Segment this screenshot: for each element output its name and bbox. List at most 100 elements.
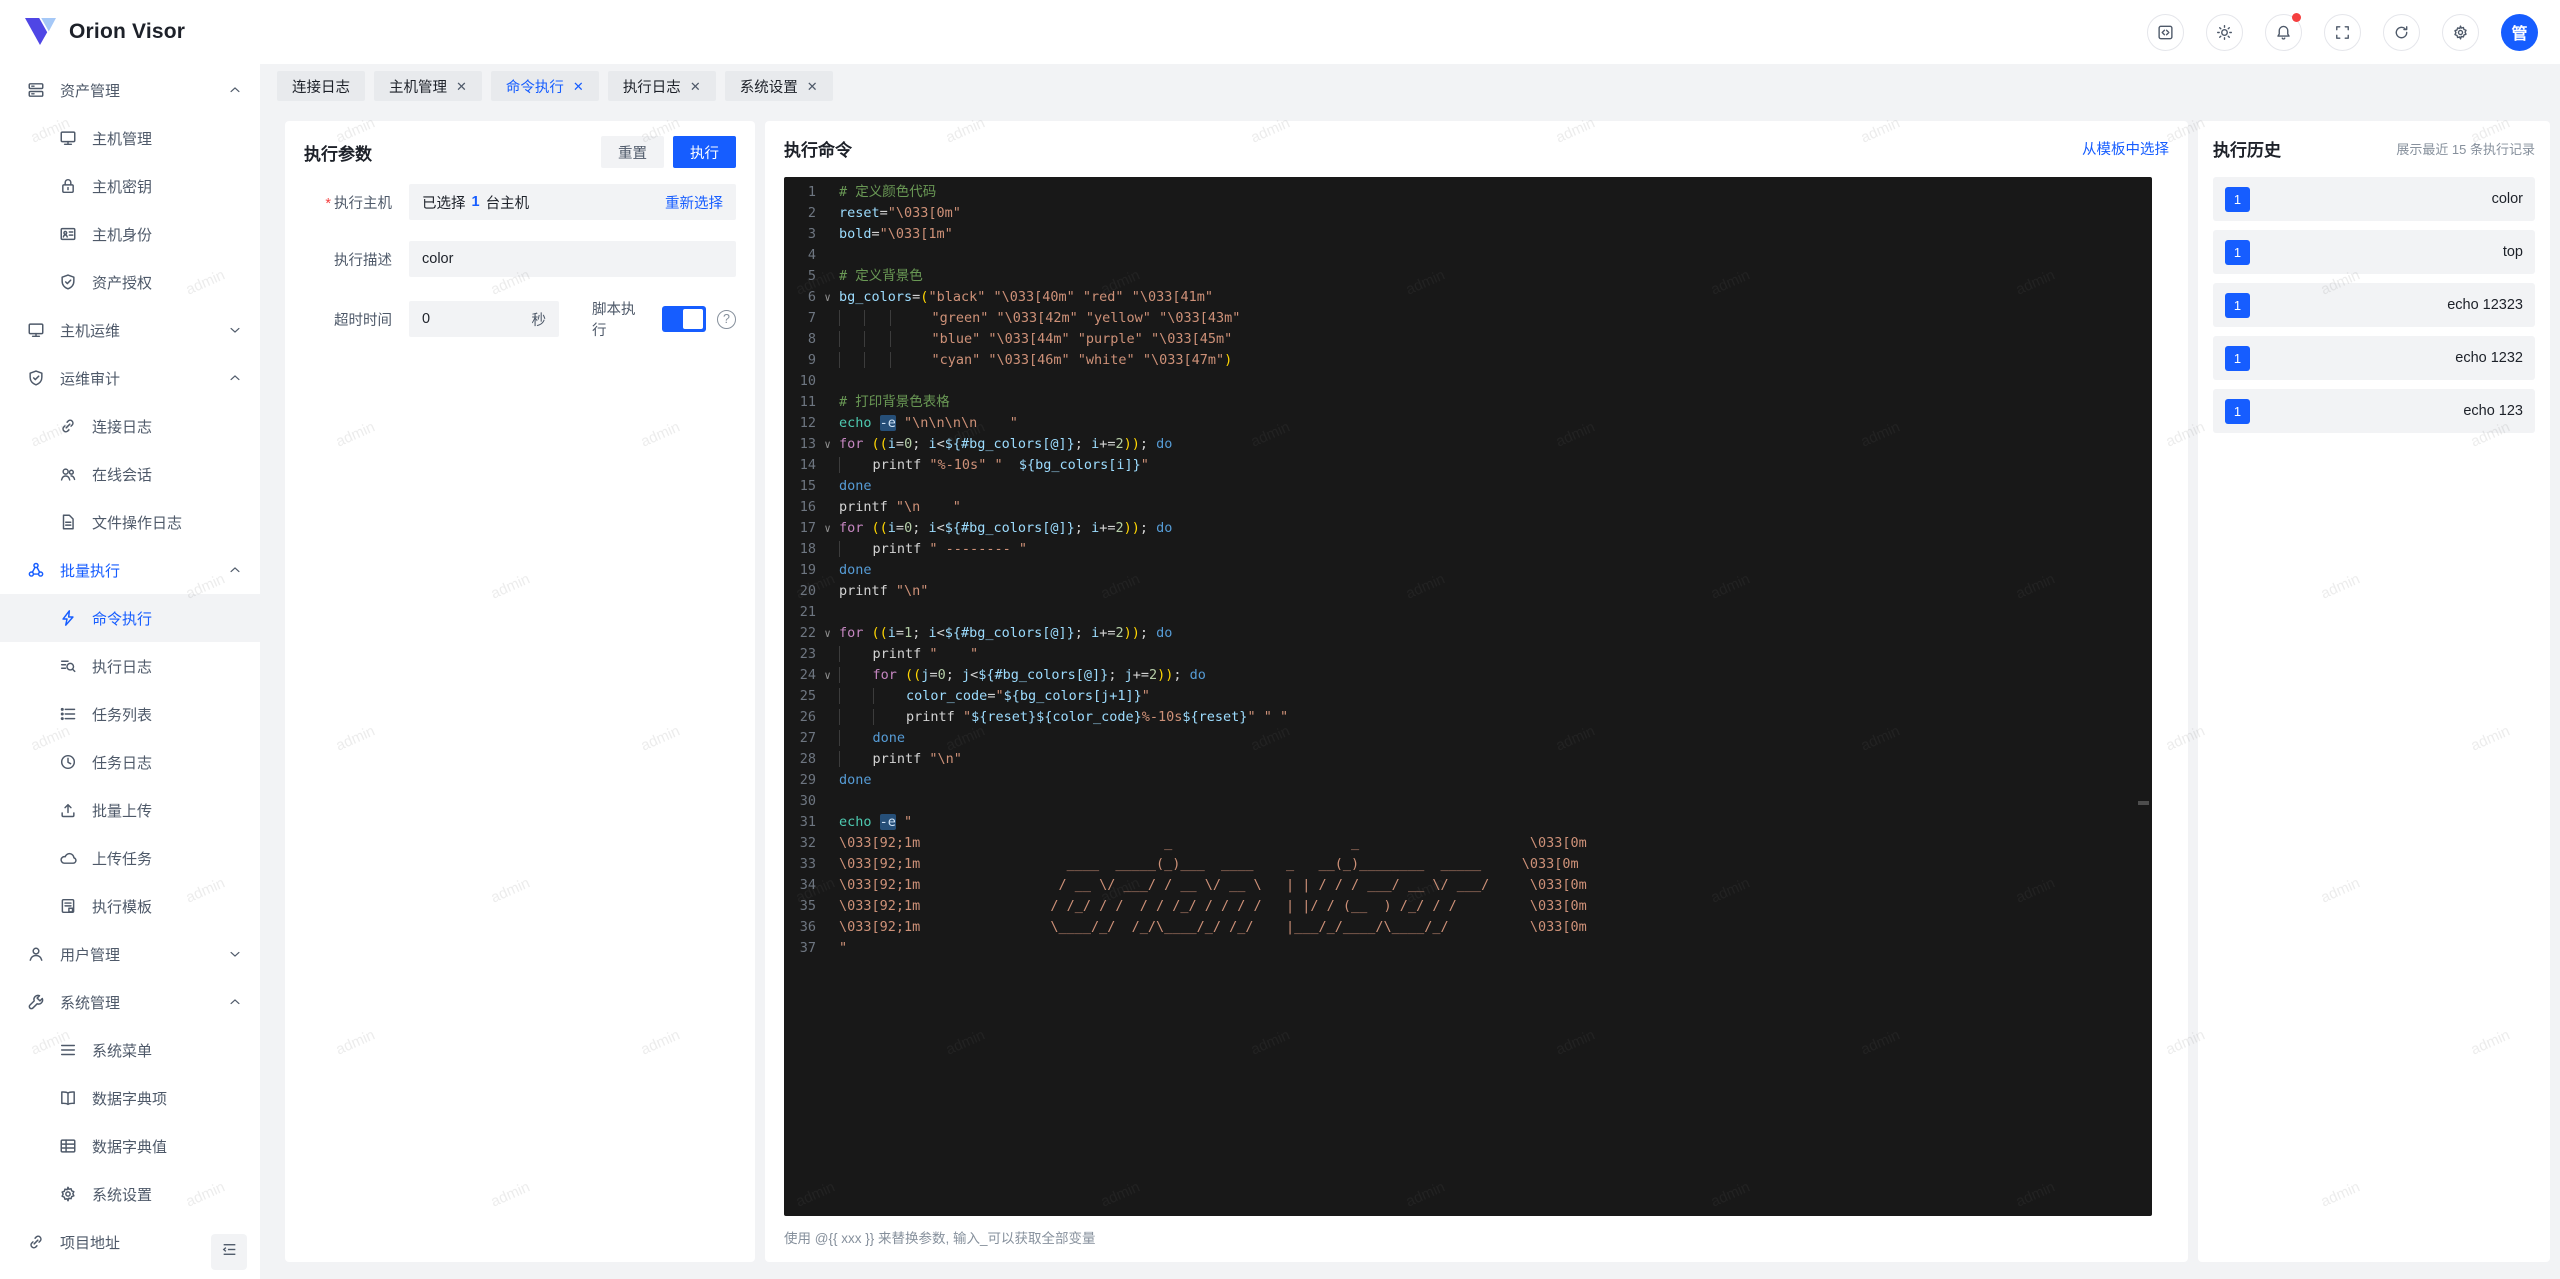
sidebar-item-host-keys[interactable]: 主机密钥 [0,162,260,210]
tab-host-management[interactable]: 主机管理 ✕ [374,71,482,101]
user-avatar[interactable]: 管 [2501,13,2538,51]
tab-close-icon[interactable]: ✕ [456,80,467,93]
fold-chevron-icon[interactable]: ∨ [816,518,839,539]
editor-line[interactable]: 20 printf "\n" [784,581,2152,602]
editor-line[interactable]: 28 printf "\n" [784,749,2152,770]
editor-line[interactable]: 22 ∨ for ((i=1; i<${#bg_colors[@]}; i+=2))… [784,623,2152,644]
sidebar-item-ops-audit[interactable]: 运维审计 [0,354,260,402]
editor-line[interactable]: 27 done [784,728,2152,749]
sidebar-item-task-log[interactable]: 任务日志 [0,738,260,786]
code-text: printf "%-10s" " ${bg_colors[i]}" [839,455,1149,476]
editor-line[interactable]: 35 \033[92;1m / /_/ / / / / /_/ / / / / … [784,896,2152,917]
editor-line[interactable]: 32 \033[92;1m _ _ \033[0m [784,833,2152,854]
sidebar-item-execution-log[interactable]: 执行日志 [0,642,260,690]
editor-line[interactable]: 15 done [784,476,2152,497]
history-item[interactable]: 1 echo 123 [2213,389,2535,433]
editor-line[interactable]: 8 "blue" "\033[44m" "purple" "\033[45m" [784,329,2152,350]
notification-bell-button[interactable] [2265,12,2302,51]
editor-line[interactable]: 4 [784,245,2152,266]
sidebar-item-asset-management[interactable]: 资产管理 [0,66,260,114]
code-window-button[interactable] [2147,13,2184,51]
editor-line[interactable]: 30 [784,791,2152,812]
sidebar-item-command-execution[interactable]: 命令执行 [0,594,260,642]
fold-chevron-icon[interactable]: ∨ [816,434,839,455]
fold-chevron-icon[interactable]: ∨ [816,623,839,644]
help-question-icon[interactable]: ? [717,309,736,329]
editor-scrollbar-marker[interactable] [2138,801,2149,805]
sidebar-item-host-management[interactable]: 主机管理 [0,114,260,162]
editor-line[interactable]: 14 printf "%-10s" " ${bg_colors[i]}" [784,455,2152,476]
editor-line[interactable]: 21 [784,602,2152,623]
sidebar-item-user-management[interactable]: 用户管理 [0,930,260,978]
history-item[interactable]: 1 color [2213,177,2535,221]
fullscreen-button[interactable] [2324,13,2361,51]
sidebar-item-upload-task[interactable]: 上传任务 [0,834,260,882]
sidebar-item-host-ops[interactable]: 主机运维 [0,306,260,354]
execute-button[interactable]: 执行 [673,136,736,168]
tab-close-icon[interactable]: ✕ [807,80,818,93]
sidebar-item-dict-items[interactable]: 数据字典项 [0,1074,260,1122]
editor-line[interactable]: 34 \033[92;1m / __ \/ ___/ / __ \/ __ \ … [784,875,2152,896]
editor-line[interactable]: 26 printf "${reset}${color_code}%-10s${r… [784,707,2152,728]
tab-close-icon[interactable]: ✕ [573,80,584,93]
sidebar-item-connect-log[interactable]: 连接日志 [0,402,260,450]
editor-line[interactable]: 1 # 定义颜色代码 [784,182,2152,203]
editor-line[interactable]: 37 " [784,938,2152,959]
tab-execution-log[interactable]: 执行日志 ✕ [607,71,716,101]
editor-line[interactable]: 11 # 打印背景色表格 [784,392,2152,413]
sidebar-item-batch-execution[interactable]: 批量执行 [0,546,260,594]
fold-chevron-icon[interactable]: ∨ [816,287,839,308]
editor-line[interactable]: 13 ∨ for ((i=0; i<${#bg_colors[@]}; i+=2))… [784,434,2152,455]
refresh-button[interactable] [2383,13,2420,51]
sidebar-item-system-management[interactable]: 系统管理 [0,978,260,1026]
editor-line[interactable]: 23 printf " " [784,644,2152,665]
script-exec-toggle[interactable] [662,306,706,332]
sidebar-item-asset-authorization[interactable]: 资产授权 [0,258,260,306]
editor-line[interactable]: 10 [784,371,2152,392]
editor-line[interactable]: 12 echo -e "\n\n\n\n " [784,413,2152,434]
sidebar-item-host-identity[interactable]: 主机身份 [0,210,260,258]
sidebar-item-batch-upload[interactable]: 批量上传 [0,786,260,834]
editor-line[interactable]: 2 reset="\033[0m" [784,203,2152,224]
timeout-input[interactable]: 0 秒 [409,301,559,337]
fold-chevron-icon[interactable]: ∨ [816,665,839,686]
command-code-editor[interactable]: 1 # 定义颜色代码 2 reset="\033[0m" 3 bold="\033[… [784,177,2152,1216]
sidebar-item-execution-template[interactable]: 执行模板 [0,882,260,930]
editor-line[interactable]: 25 color_code="${bg_colors[j+1]}" [784,686,2152,707]
exec-host-field[interactable]: 已选择 1 台主机 重新选择 [409,184,736,220]
reselect-host-link[interactable]: 重新选择 [665,192,723,213]
editor-line[interactable]: 17 ∨ for ((i=0; i<${#bg_colors[@]}; i+=2))… [784,518,2152,539]
theme-sun-button[interactable] [2206,13,2243,51]
editor-line[interactable]: 6 ∨ bg_colors=("black" "\033[40m" "red" "\… [784,287,2152,308]
editor-line[interactable]: 18 printf " -------- " [784,539,2152,560]
sidebar-collapse-button[interactable] [211,1234,247,1270]
sidebar-item-file-operation-log[interactable]: 文件操作日志 [0,498,260,546]
history-item[interactable]: 1 top [2213,230,2535,274]
settings-gear-button[interactable] [2442,13,2479,51]
editor-line[interactable]: 24 ∨ for ((j=0; j<${#bg_colors[@]}; j+=2)… [784,665,2152,686]
history-item[interactable]: 1 echo 1232 [2213,336,2535,380]
editor-line[interactable]: 9 "cyan" "\033[46m" "white" "\033[47m") [784,350,2152,371]
sidebar-item-task-list[interactable]: 任务列表 [0,690,260,738]
editor-line[interactable]: 33 \033[92;1m ____ _____(_)___ ____ _ __… [784,854,2152,875]
tab-close-icon[interactable]: ✕ [690,80,701,93]
exec-description-input[interactable]: color [409,241,736,277]
sidebar-item-online-session[interactable]: 在线会话 [0,450,260,498]
editor-line[interactable]: 36 \033[92;1m \____/_/ /_/\____/_/ /_/ |… [784,917,2152,938]
editor-line[interactable]: 3 bold="\033[1m" [784,224,2152,245]
tab-command-execution[interactable]: 命令执行 ✕ [490,71,599,101]
editor-line[interactable]: 19 done [784,560,2152,581]
tab-connect-log[interactable]: 连接日志 [277,71,365,101]
reset-button[interactable]: 重置 [601,136,664,168]
sidebar-item-system-menu[interactable]: 系统菜单 [0,1026,260,1074]
sidebar-item-dict-values[interactable]: 数据字典值 [0,1122,260,1170]
editor-line[interactable]: 16 printf "\n " [784,497,2152,518]
editor-line[interactable]: 5 # 定义背景色 [784,266,2152,287]
editor-line[interactable]: 7 "green" "\033[42m" "yellow" "\033[43m" [784,308,2152,329]
sidebar-item-system-settings[interactable]: 系统设置 [0,1170,260,1218]
tab-system-settings[interactable]: 系统设置 ✕ [724,71,833,101]
history-item[interactable]: 1 echo 12323 [2213,283,2535,327]
editor-line[interactable]: 29 done [784,770,2152,791]
select-from-template-link[interactable]: 从模板中选择 [2082,138,2169,159]
editor-line[interactable]: 31 echo -e " [784,812,2152,833]
